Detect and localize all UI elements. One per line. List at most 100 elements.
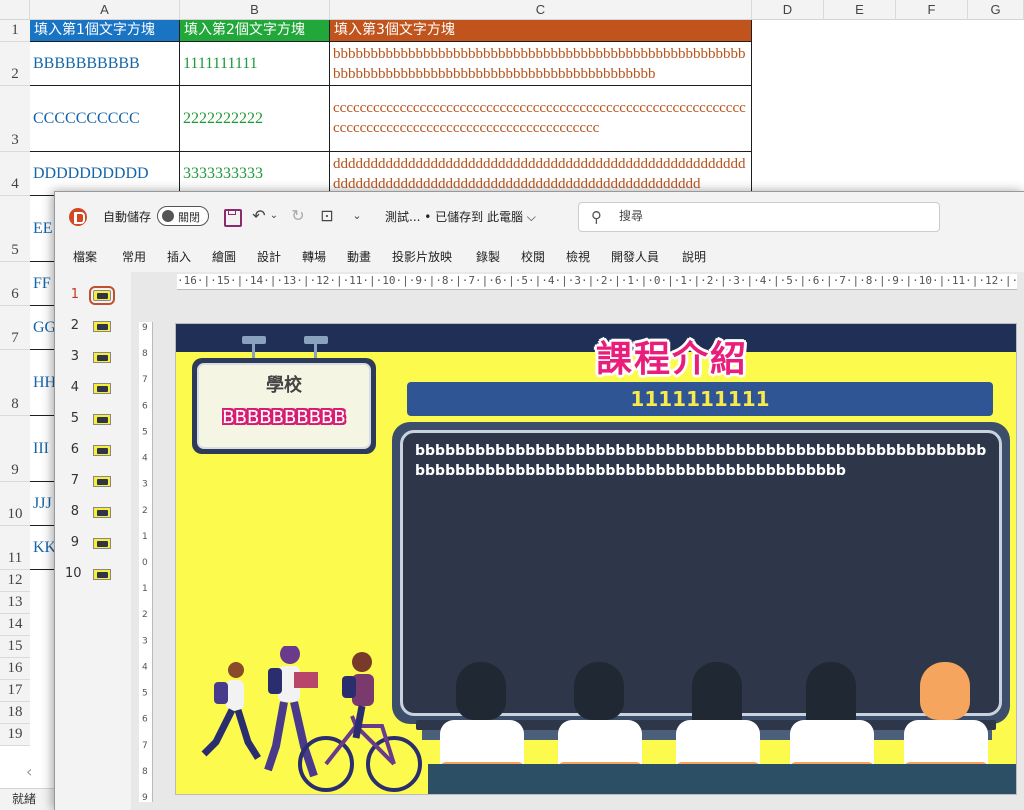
slide-thumbnail[interactable]: 4: [65, 378, 125, 398]
column-header-row: A B C D E F G: [0, 0, 1024, 20]
autosave-label: 自動儲存: [103, 210, 152, 224]
slide-thumbnail[interactable]: 3: [65, 347, 125, 367]
cell-b3[interactable]: 2222222222: [180, 86, 330, 152]
tab-transitions[interactable]: 轉場: [302, 248, 326, 265]
row-header[interactable]: 7: [0, 306, 30, 350]
cell-a3[interactable]: CCCCCCCCCC: [30, 86, 180, 152]
select-all-corner[interactable]: [0, 0, 30, 20]
row-header[interactable]: 4: [0, 152, 30, 196]
row-header[interactable]: 15: [0, 636, 30, 658]
slide-thumbnail[interactable]: 2: [65, 316, 125, 336]
document-title[interactable]: 測試... • 已儲存到 此電腦 ⌵: [385, 208, 536, 225]
vertical-ruler-label: 1: [142, 532, 148, 542]
vertical-ruler-label: 4: [142, 662, 148, 672]
powerpoint-window: 自動儲存 關閉 ↶ ⌄ ↻ ⊡ ⌄ 測試... • 已儲存到 此電腦 ⌵ ⚲ 檔…: [54, 191, 1024, 810]
row-header[interactable]: 8: [0, 350, 30, 416]
tab-developer[interactable]: 開發人員: [611, 248, 659, 265]
vertical-ruler-marks: 9 8 7 6 5 4 3 2 1 0 1 2 3 4 5 6 7 8 9: [142, 323, 148, 802]
column-header-c[interactable]: C: [330, 0, 752, 20]
sign-board: 學校 BBBBBBBBBB: [197, 363, 371, 449]
row-header[interactable]: 16: [0, 658, 30, 680]
subtitle-textbox[interactable]: 1111111111: [407, 382, 993, 416]
slide-thumbnail[interactable]: 6: [65, 440, 125, 460]
slide-thumbnail[interactable]: 5: [65, 409, 125, 429]
row-header[interactable]: 10: [0, 482, 30, 526]
cell-c3[interactable]: cccccccccccccccccccccccccccccccccccccccc…: [330, 86, 752, 152]
row-header[interactable]: 13: [0, 592, 30, 614]
row-header[interactable]: 11: [0, 526, 30, 570]
row-header[interactable]: 9: [0, 416, 30, 482]
cell-b4[interactable]: 3333333333: [180, 152, 330, 196]
tab-view[interactable]: 檢視: [566, 248, 590, 265]
tab-help[interactable]: 說明: [682, 248, 706, 265]
autosave-toggle[interactable]: 關閉: [157, 206, 209, 226]
save-icon[interactable]: [221, 206, 242, 227]
header-cell-a1[interactable]: 填入第1個文字方塊: [30, 20, 180, 42]
header-cell-b1[interactable]: 填入第2個文字方塊: [180, 20, 330, 42]
vertical-ruler-label: 6: [142, 401, 148, 411]
vertical-ruler-label: 2: [142, 610, 148, 620]
slide-preview: [93, 352, 111, 363]
column-header-e[interactable]: E: [824, 0, 896, 20]
column-header-a[interactable]: A: [30, 0, 180, 20]
sign-pole: [252, 344, 255, 358]
search-input[interactable]: [619, 209, 919, 223]
column-header-f[interactable]: F: [896, 0, 968, 20]
scroll-left-arrow-icon[interactable]: ‹: [26, 762, 32, 781]
customize-toolbar-icon[interactable]: ⌄: [347, 206, 367, 226]
tab-review[interactable]: 校閱: [521, 248, 545, 265]
tab-design[interactable]: 設計: [257, 248, 281, 265]
row-header[interactable]: 5: [0, 196, 30, 262]
status-text: 就緒: [12, 792, 37, 806]
cell-a4[interactable]: DDDDDDDDDD: [30, 152, 180, 196]
row-header[interactable]: 19: [0, 724, 30, 746]
cell-c4[interactable]: dddddddddddddddddddddddddddddddddddddddd…: [330, 152, 752, 196]
column-header-g[interactable]: G: [968, 0, 1024, 20]
slide-preview: [93, 507, 111, 518]
slide-thumbnail[interactable]: 1: [65, 285, 125, 305]
sign-value-text[interactable]: BBBBBBBBBB: [199, 407, 369, 428]
slide-thumbnail[interactable]: 10: [65, 564, 125, 584]
tab-slideshow[interactable]: 投影片放映: [392, 248, 452, 265]
start-slideshow-icon[interactable]: ⊡: [317, 206, 337, 226]
school-sign[interactable]: 學校 BBBBBBBBBB: [192, 358, 376, 454]
tab-file[interactable]: 檔案: [73, 248, 97, 265]
slide-canvas[interactable]: 學校 BBBBBBBBBB 課程介紹 1111111111 bbbbbbbbbb…: [175, 323, 1017, 795]
title-bar: 自動儲存 關閉 ↶ ⌄ ↻ ⊡ ⌄ 測試... • 已儲存到 此電腦 ⌵ ⚲: [55, 192, 1024, 240]
blackboard-textbox[interactable]: bbbbbbbbbbbbbbbbbbbbbbbbbbbbbbbbbbbbbbbb…: [415, 441, 987, 481]
row-header[interactable]: 2: [0, 42, 30, 86]
redo-icon[interactable]: ↻: [288, 206, 308, 226]
slide-preview: [89, 286, 115, 305]
undo-icon[interactable]: ↶: [249, 206, 269, 226]
slide-thumbnail[interactable]: 7: [65, 471, 125, 491]
slide-thumbnail[interactable]: 9: [65, 533, 125, 553]
header-cell-c1[interactable]: 填入第3個文字方塊: [330, 20, 752, 42]
column-header-d[interactable]: D: [752, 0, 824, 20]
cell-a2[interactable]: BBBBBBBBBB: [30, 42, 180, 86]
row-header[interactable]: 18: [0, 702, 30, 724]
column-header-b[interactable]: B: [180, 0, 330, 20]
desk-row: [428, 764, 1016, 794]
row-header[interactable]: 6: [0, 262, 30, 306]
row-header[interactable]: 17: [0, 680, 30, 702]
tab-draw[interactable]: 繪圖: [212, 248, 236, 265]
cell-c2[interactable]: bbbbbbbbbbbbbbbbbbbbbbbbbbbbbbbbbbbbbbbb…: [330, 42, 752, 86]
vertical-ruler-label: 8: [142, 767, 148, 777]
vertical-ruler-label: 2: [142, 506, 148, 516]
tab-home[interactable]: 常用: [122, 248, 146, 265]
row-header[interactable]: 3: [0, 86, 30, 152]
undo-dropdown-icon[interactable]: ⌄: [269, 206, 279, 226]
tab-insert[interactable]: 插入: [167, 248, 191, 265]
row-header[interactable]: 12: [0, 570, 30, 592]
cell-b2[interactable]: 1111111111: [180, 42, 330, 86]
vertical-ruler: 9 8 7 6 5 4 3 2 1 0 1 2 3 4 5 6 7 8 9: [139, 322, 153, 802]
row-header[interactable]: 1: [0, 20, 30, 42]
vertical-ruler-label: 6: [142, 715, 148, 725]
row-header[interactable]: 14: [0, 614, 30, 636]
slide-title[interactable]: 課程介紹: [596, 330, 748, 382]
ribbon-tabs: 檔案 常用 插入 繪圖 設計 轉場 動畫 投影片放映 錄製 校閱 檢視 開發人員…: [55, 244, 1024, 270]
tab-record[interactable]: 錄製: [476, 248, 500, 265]
search-box[interactable]: ⚲: [578, 202, 940, 232]
tab-animations[interactable]: 動畫: [347, 248, 371, 265]
slide-thumbnail[interactable]: 8: [65, 502, 125, 522]
